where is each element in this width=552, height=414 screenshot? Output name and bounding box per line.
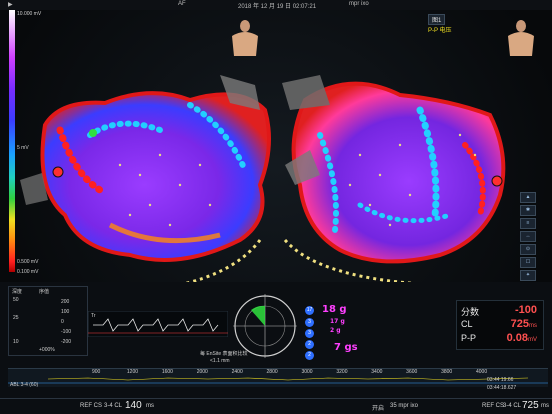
toolbar-button[interactable]: ▲ <box>520 192 536 203</box>
ref-label-left: REF CS <box>80 403 103 409</box>
timeline-tick-label: 4000 <box>476 369 488 375</box>
force-value-low: 2 g <box>330 327 341 334</box>
bottom-status-bar: REF CS 3-4 CL 140 ms 开启 35 mpr ixo REF C… <box>0 398 552 414</box>
score-value: -100 <box>514 304 537 316</box>
scale-text: +000% <box>39 347 55 353</box>
voltage-color-scale[interactable] <box>9 10 15 272</box>
timeline-tick-label: 1600 <box>161 369 173 375</box>
date-time: 2018 年 12 月 19 日 02:07:21 <box>238 4 317 10</box>
status-open: 开启 <box>372 406 385 412</box>
map-dropdown[interactable]: 图1 <box>428 14 446 25</box>
timeline-tick-label: 2000 <box>196 369 208 375</box>
measurement-panel: 分数 -100 CL 725ms P-P 0.08mV <box>456 300 544 350</box>
toolbar-button[interactable]: ↔ <box>520 231 536 242</box>
ecg-title: Tr <box>91 313 96 319</box>
timeline-tick-label: 900 <box>92 369 101 375</box>
order-value: -200 <box>61 339 72 345</box>
top-status-bar: ▶ AF 2018 年 12 月 19 日 02:07:21 mpr ixo <box>0 0 552 10</box>
cl-value-left: 140 <box>125 400 142 411</box>
timeline-channel-label: ABL 3-4 (60) <box>10 382 39 388</box>
torso-orientation-left-icon[interactable] <box>228 20 262 56</box>
status-map: 35 mpr ixo <box>390 403 419 409</box>
map-name: mpr ixo <box>349 1 369 7</box>
torso-orientation-right-icon[interactable] <box>504 20 538 56</box>
timeline-tick-label: 3400 <box>371 369 383 375</box>
force-indicator-dot[interactable]: 2 <box>305 351 314 360</box>
depth-value: 50 <box>13 297 19 303</box>
force-value-bottom: 7 gs <box>334 342 358 353</box>
force-indicator-dot[interactable]: 3 <box>305 329 314 338</box>
rhythm-label: AF <box>178 1 186 7</box>
cl-value-right: 725 <box>522 400 539 411</box>
timeline-tick-label: 1200 <box>126 369 139 375</box>
ref-label-right: REF CS <box>482 403 505 409</box>
scale-top-label: 10.000 mV <box>17 11 42 17</box>
cl-value: 725ms <box>510 318 537 330</box>
order-value: -100 <box>61 329 72 335</box>
force-value-top: 18 g <box>322 304 347 315</box>
timeline-time: 03:44 19.66 <box>487 377 514 383</box>
force-indicator-dot[interactable]: 2 <box>305 340 314 349</box>
cl-label-right: 3-4 CL <box>503 403 522 409</box>
timeline-tick-label: 2400 <box>231 369 243 375</box>
contact-force-gauge[interactable] <box>225 290 305 360</box>
timeline-tick-label: 3200 <box>336 369 348 375</box>
score-label: 分数 <box>461 307 480 317</box>
toolbar-button[interactable]: ✱ <box>520 205 536 216</box>
depth-header: 深度 <box>12 289 23 295</box>
force-indicator-dot[interactable]: 17 <box>305 306 314 315</box>
cl-label: CL <box>461 319 473 329</box>
timeline-tick-label: 3000 <box>301 369 313 375</box>
timeline-tick-label: 3800 <box>441 369 453 375</box>
cl-unit-right: ms <box>541 403 549 409</box>
force-value-mid: 17 g <box>330 318 345 325</box>
force-indicator-dot[interactable]: 3 <box>305 318 314 327</box>
cl-label-left: 3-4 CL <box>104 403 123 409</box>
ecg-waveform <box>88 311 228 337</box>
cl-unit-left: ms <box>146 403 154 409</box>
timeline-waveform <box>8 377 548 384</box>
order-value: 200 <box>61 299 70 305</box>
toolbar-button[interactable]: ✦ <box>520 270 536 281</box>
timeline-clock: 03:44:18.627 <box>487 385 517 391</box>
timeline-tick-label: 3600 <box>406 369 418 375</box>
order-header: 序值 <box>39 289 50 295</box>
timeline-track[interactable] <box>8 368 548 387</box>
depth-value: 25 <box>13 315 19 321</box>
pp-label: P-P <box>461 333 477 343</box>
play-icon[interactable]: ▶ <box>8 1 13 8</box>
pp-value: 0.08mV <box>506 332 537 344</box>
electroanatomic-mapping-screen: ▶ AF 2018 年 12 月 19 日 02:07:21 mpr ixo 1… <box>0 0 552 414</box>
depth-value: 10 <box>13 339 19 345</box>
toolbar-button[interactable]: ⊙ <box>520 244 536 255</box>
map-mode-label: P-P 电压 <box>428 28 452 34</box>
toolbar-button[interactable]: ☐ <box>520 257 536 268</box>
order-value: 0 <box>61 319 64 325</box>
order-value: 100 <box>61 309 70 315</box>
depth-table: 深度 序值 50 25 10 200 100 0 -100 -200 +000% <box>8 286 88 356</box>
timeline-tick-label: 2800 <box>266 369 278 375</box>
voltage-map-3d[interactable] <box>20 55 520 300</box>
toolbar-button[interactable]: ≡ <box>520 218 536 229</box>
